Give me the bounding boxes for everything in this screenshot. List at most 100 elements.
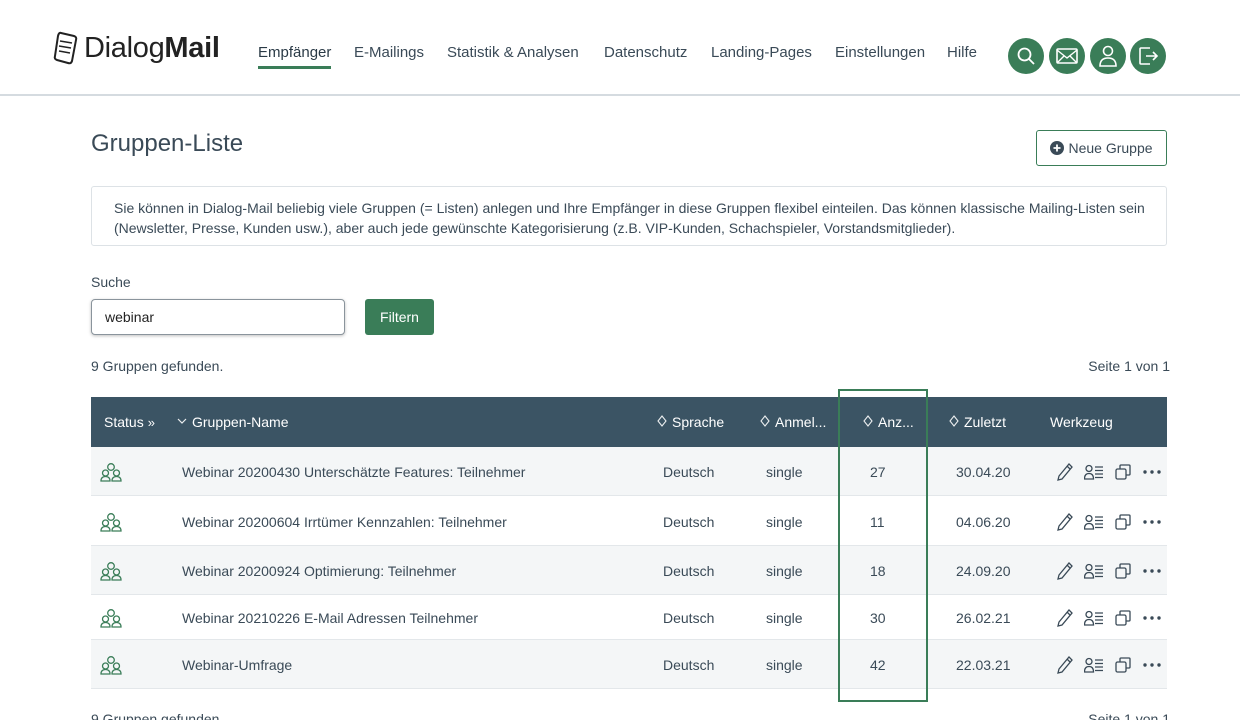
copy-icon[interactable]	[1112, 560, 1133, 581]
col-count[interactable]: Anz...	[863, 397, 914, 447]
group-language: Deutsch	[663, 463, 715, 480]
logo-text-bold: Mail	[164, 31, 220, 64]
group-signup: single	[766, 562, 803, 579]
results-count: 9 Gruppen gefunden.	[91, 358, 224, 374]
group-language: Deutsch	[663, 562, 715, 579]
nav-datenschutz[interactable]: Datenschutz	[604, 44, 687, 66]
group-name[interactable]: Webinar-Umfrage	[182, 640, 292, 689]
sort-icon	[657, 414, 667, 430]
nav-statistik[interactable]: Statistik & Analysen	[447, 44, 579, 66]
group-count: 42	[870, 656, 886, 673]
table-row[interactable]: Webinar 20210226 E-Mail Adressen Teilneh…	[91, 595, 1167, 640]
group-last: 30.04.20	[956, 463, 1011, 480]
search-icon[interactable]	[1008, 38, 1044, 74]
col-group-name[interactable]: Gruppen-Name	[177, 397, 289, 447]
col-group-name-label: Gruppen-Name	[192, 414, 289, 430]
col-count-label: Anz...	[878, 414, 914, 430]
group-status-icon[interactable]	[100, 497, 122, 546]
group-status-icon[interactable]	[100, 640, 122, 689]
search-input[interactable]	[91, 299, 345, 335]
sort-icon	[949, 414, 959, 430]
group-status-icon[interactable]	[100, 447, 122, 496]
col-status[interactable]: Status »	[104, 397, 155, 447]
group-language: Deutsch	[663, 609, 715, 626]
mail-icon[interactable]	[1049, 38, 1085, 74]
sort-icon	[760, 414, 770, 430]
row-tools	[1054, 640, 1162, 689]
recipients-icon[interactable]	[1083, 607, 1104, 628]
sort-down-icon	[177, 416, 187, 428]
col-signup[interactable]: Anmel...	[760, 397, 826, 447]
group-name[interactable]: Webinar 20210226 E-Mail Adressen Teilneh…	[182, 595, 478, 640]
logo-text-light: Dialog	[84, 31, 165, 64]
group-name[interactable]: Webinar 20200924 Optimierung: Teilnehmer	[182, 546, 456, 595]
col-language[interactable]: Sprache	[657, 397, 724, 447]
group-name[interactable]: Webinar 20200604 Irrtümer Kennzahlen: Te…	[182, 497, 507, 546]
results-count-bottom: 9 Gruppen gefunden.	[91, 711, 224, 720]
nav-e-mailings[interactable]: E-Mailings	[354, 44, 424, 66]
logo[interactable]: DialogMail	[52, 28, 220, 68]
group-count: 11	[870, 513, 885, 530]
copy-icon[interactable]	[1112, 461, 1133, 482]
more-icon[interactable]	[1141, 654, 1162, 675]
recipients-icon[interactable]	[1083, 654, 1104, 675]
more-icon[interactable]	[1141, 511, 1162, 532]
top-header: DialogMail Empfänger E-Mailings Statisti…	[0, 0, 1240, 96]
col-language-label: Sprache	[672, 414, 725, 430]
group-last: 04.06.20	[956, 513, 1011, 530]
more-icon[interactable]	[1141, 560, 1162, 581]
group-last: 26.02.21	[956, 609, 1011, 626]
group-status-icon[interactable]	[100, 546, 122, 595]
group-last: 22.03.21	[956, 656, 1011, 673]
plus-circle-icon	[1050, 141, 1065, 155]
user-icon[interactable]	[1090, 38, 1126, 74]
col-signup-label: Anmel...	[775, 414, 827, 430]
new-group-button[interactable]: Neue Gruppe	[1036, 130, 1167, 166]
more-icon[interactable]	[1141, 461, 1162, 482]
table-row[interactable]: Webinar 20200924 Optimierung: Teilnehmer…	[91, 546, 1167, 595]
group-signup: single	[766, 513, 803, 530]
info-box: Sie können in Dialog-Mail beliebig viele…	[91, 186, 1167, 246]
group-name[interactable]: Webinar 20200430 Unterschätzte Features:…	[182, 447, 525, 496]
phone-logo-icon	[53, 31, 78, 65]
page-title: Gruppen-Liste	[91, 130, 244, 157]
nav-landing-pages[interactable]: Landing-Pages	[711, 44, 812, 66]
edit-icon[interactable]	[1054, 560, 1075, 581]
recipients-icon[interactable]	[1083, 511, 1104, 532]
more-icon[interactable]	[1141, 607, 1162, 628]
row-tools	[1054, 447, 1162, 496]
edit-icon[interactable]	[1054, 461, 1075, 482]
new-group-label: Neue Gruppe	[1068, 140, 1153, 156]
col-tools: Werkzeug	[1050, 397, 1113, 447]
group-count: 30	[870, 609, 886, 626]
group-last: 24.09.20	[956, 562, 1011, 579]
nav-einstellungen[interactable]: Einstellungen	[835, 44, 925, 66]
group-signup: single	[766, 463, 803, 480]
group-status-icon[interactable]	[100, 595, 122, 640]
edit-icon[interactable]	[1054, 654, 1075, 675]
group-signup: single	[766, 656, 803, 673]
copy-icon[interactable]	[1112, 511, 1133, 532]
nav-hilfe[interactable]: Hilfe	[947, 44, 977, 66]
col-last-label: Zuletzt	[964, 414, 1007, 430]
recipients-icon[interactable]	[1083, 560, 1104, 581]
group-language: Deutsch	[663, 513, 715, 530]
filter-button[interactable]: Filtern	[365, 299, 434, 335]
edit-icon[interactable]	[1054, 607, 1075, 628]
row-tools	[1054, 497, 1162, 546]
logout-icon[interactable]	[1130, 38, 1166, 74]
info-text: Sie können in Dialog-Mail beliebig viele…	[114, 200, 1145, 236]
table-row[interactable]: Webinar 20200430 Unterschätzte Features:…	[91, 447, 1167, 496]
col-status-label: Status	[104, 414, 144, 430]
table-row[interactable]: Webinar-Umfrage Deutsch single 42 22.03.21	[91, 640, 1167, 689]
table-row[interactable]: Webinar 20200604 Irrtümer Kennzahlen: Te…	[91, 497, 1167, 546]
nav-empfaenger[interactable]: Empfänger	[258, 44, 332, 69]
recipients-icon[interactable]	[1083, 461, 1104, 482]
edit-icon[interactable]	[1054, 511, 1075, 532]
table-header: Status » Gruppen-Name Sprache Anmel... A…	[91, 397, 1167, 447]
copy-icon[interactable]	[1112, 654, 1133, 675]
row-tools	[1054, 595, 1162, 640]
col-last[interactable]: Zuletzt	[949, 397, 1006, 447]
copy-icon[interactable]	[1112, 607, 1133, 628]
group-count: 18	[870, 562, 886, 579]
